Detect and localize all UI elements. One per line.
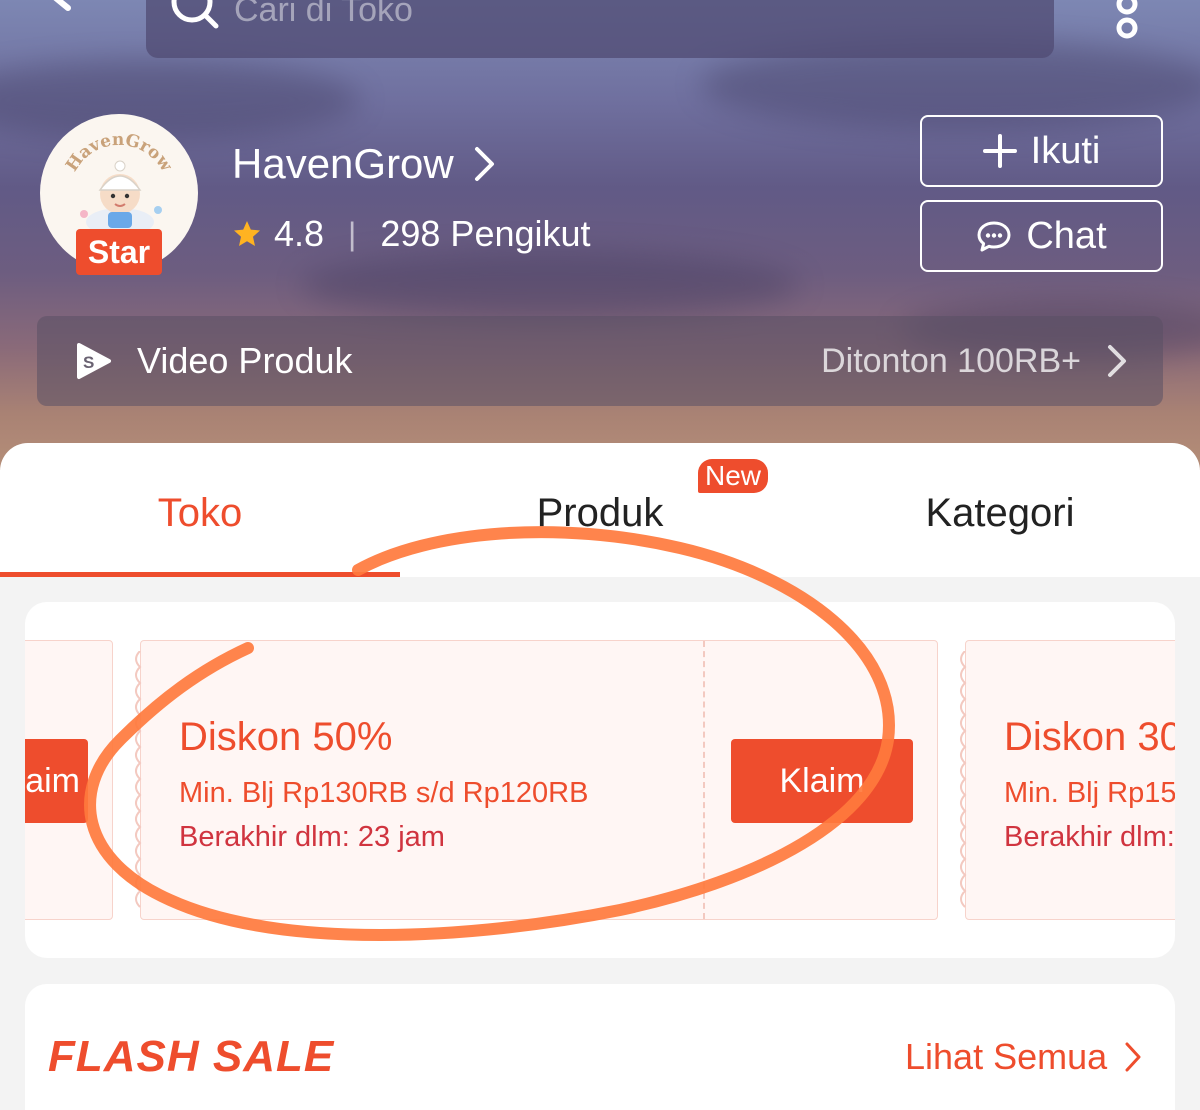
chat-button-label: Chat — [1026, 214, 1107, 257]
ticket-edge — [960, 651, 967, 908]
star-icon — [234, 221, 260, 246]
voucher-card: Diskon 30% Min. Blj Rp150RB Berakhir dlm… — [960, 640, 1175, 920]
voucher-condition: Min. Blj Rp150RB — [1004, 777, 1175, 809]
shop-stats: 4.8 | 298 Pengikut — [232, 212, 591, 256]
voucher-title: Diskon 50% — [179, 715, 393, 759]
klaim-button[interactable]: Klaim — [25, 739, 88, 823]
flash-sale-logo: FLASH SALE — [48, 1032, 334, 1082]
star-seller-badge: Star — [76, 229, 162, 275]
video-product-bar[interactable]: S Video Produk Ditonton 100RB+ — [37, 316, 1163, 406]
voucher-expiry: Berakhir dlm: 23 jam — [179, 821, 445, 853]
voucher-carousel[interactable]: Klaim Diskon 50% Min. Blj Rp130RB s/d Rp… — [25, 602, 1175, 958]
search-input[interactable]: Cari di Toko — [146, 0, 1054, 58]
shop-tabs: Toko Produk Kategori — [0, 443, 1200, 577]
chevron-right-icon — [474, 147, 494, 181]
voucher-card: Diskon 50% Min. Blj Rp130RB s/d Rp120RB … — [135, 640, 938, 920]
stats-divider: | — [348, 215, 357, 252]
see-all-label: Lihat Semua — [905, 1036, 1108, 1077]
voucher-divider — [703, 641, 705, 919]
ticket-edge — [135, 651, 142, 908]
follow-button-label: Ikuti — [1030, 129, 1101, 172]
voucher-card: Klaim — [25, 640, 113, 920]
chevron-right-icon — [1108, 345, 1126, 377]
shop-name-text: HavenGrow — [232, 140, 454, 187]
flash-sale-section: FLASH SALE Lihat Semua — [25, 984, 1175, 1110]
klaim-button[interactable]: Klaim — [731, 739, 913, 823]
shop-header: Cari di Toko HavenGrow Star HavenGrow 4.… — [0, 0, 1200, 470]
shop-followers: 298 Pengikut — [380, 213, 591, 254]
svg-text:S: S — [83, 353, 94, 372]
chat-button[interactable]: Chat — [920, 200, 1163, 272]
tab-toko[interactable]: Toko — [0, 443, 400, 577]
voucher-condition: Min. Blj Rp130RB s/d Rp120RB — [179, 777, 589, 809]
search-placeholder: Cari di Toko — [234, 0, 413, 29]
plus-icon — [982, 134, 1017, 168]
voucher-expiry: Berakhir dlm: 23 jam — [1004, 821, 1175, 853]
voucher-title: Diskon 30% — [1004, 715, 1175, 759]
shop-rating: 4.8 — [274, 213, 325, 254]
chevron-right-icon — [1125, 1042, 1141, 1072]
follow-button[interactable]: Ikuti — [920, 115, 1163, 187]
video-product-label: Video Produk — [137, 340, 353, 381]
shopee-video-icon: S — [77, 343, 111, 379]
search-icon — [171, 0, 219, 29]
video-views: Ditonton 100RB+ — [821, 341, 1081, 380]
new-badge: New — [698, 459, 768, 493]
back-arrow-icon[interactable] — [38, 0, 118, 40]
tab-kategori[interactable]: Kategori — [800, 443, 1200, 577]
see-all-link[interactable]: Lihat Semua — [905, 1036, 1141, 1078]
shop-name[interactable]: HavenGrow — [232, 140, 496, 188]
more-options-icon[interactable] — [1110, 0, 1144, 40]
flash-sale-title: FLASH SALE — [48, 1032, 335, 1081]
chat-bubble-icon — [977, 221, 1011, 252]
